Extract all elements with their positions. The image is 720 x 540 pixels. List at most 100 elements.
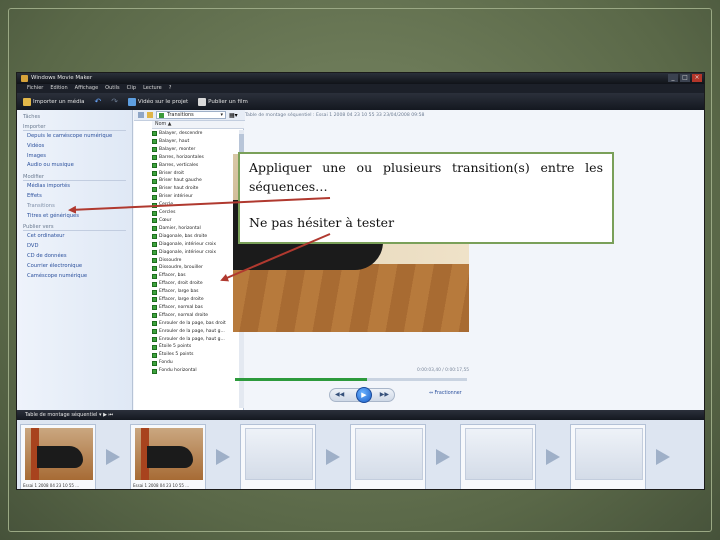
transition-item[interactable]: Briser haut gauche [152, 177, 244, 185]
import-media-button[interactable]: Importer un média [23, 97, 85, 106]
menu-outils[interactable]: Outils [105, 84, 119, 93]
transition-icon [152, 329, 157, 335]
seek-bar[interactable] [235, 378, 467, 381]
transition-slot[interactable] [536, 424, 570, 489]
task-pane-title: Tâches [23, 114, 41, 120]
transition-item[interactable]: Diagonale, bas droite [152, 233, 244, 241]
task-dvd[interactable]: DVD [23, 242, 126, 252]
close-button[interactable]: × [692, 74, 702, 82]
movie-maker-screenshot: Windows Movie Maker _ □ × Fichier Editio… [16, 72, 705, 490]
transition-item[interactable]: Fondu horizontal [152, 367, 244, 375]
menu-edition[interactable]: Edition [50, 84, 67, 93]
menu-help[interactable]: ? [169, 84, 172, 93]
folder-icon[interactable] [147, 112, 153, 118]
transition-icon [152, 139, 157, 145]
storyboard-empty-slot[interactable] [350, 424, 426, 489]
transition-item[interactable]: Effacer, droit droite [152, 280, 244, 288]
transition-item[interactable]: Effacer, bas [152, 272, 244, 280]
transition-item[interactable]: Enrouler de la page, haut g... [152, 328, 244, 336]
transition-slot[interactable] [646, 424, 680, 489]
transition-item[interactable]: Balayer, monter [152, 146, 244, 154]
transition-slot-arrow-icon [436, 449, 450, 465]
transition-icon [152, 281, 157, 287]
split-button[interactable]: ⇔ Fractionner [429, 391, 462, 396]
task-titles[interactable]: Titres et génériques [23, 212, 126, 222]
collection-dropdown[interactable]: Transitions [156, 111, 226, 119]
play-button[interactable]: ▶ [356, 387, 372, 403]
menu-affichage[interactable]: Affichage [75, 84, 99, 93]
storyboard-empty-slot[interactable] [570, 424, 646, 489]
transition-item[interactable]: Effacer, large droite [152, 296, 244, 304]
publish-movie-button[interactable]: Publier un film [198, 97, 248, 106]
menu-lecture[interactable]: Lecture [143, 84, 162, 93]
transition-item[interactable]: Étoiles 5 points [152, 351, 244, 359]
transition-slot[interactable] [316, 424, 350, 489]
storyboard-empty-slot[interactable] [460, 424, 536, 489]
transition-item[interactable]: Fondu [152, 359, 244, 367]
back-icon[interactable] [138, 112, 144, 118]
transition-item[interactable]: Damier, horizontal [152, 225, 244, 233]
task-imported-media[interactable]: Médias importés [23, 182, 126, 192]
transition-label: Enrouler de la page, bas droit [159, 320, 226, 326]
transition-slot[interactable] [206, 424, 240, 489]
undo-button[interactable]: ↶ [95, 97, 102, 106]
storyboard-empty-slot[interactable] [240, 424, 316, 489]
maximize-button[interactable]: □ [680, 74, 690, 82]
transition-item[interactable]: Cercles [152, 209, 244, 217]
transition-label: Effacer, large droite [159, 297, 204, 303]
minimize-button[interactable]: _ [668, 74, 678, 82]
task-digital-camcorder[interactable]: Caméscope numérique [23, 272, 126, 282]
transition-item[interactable]: Dissoudre [152, 257, 244, 265]
transition-item[interactable]: Barres, verticales [152, 162, 244, 170]
transition-item[interactable]: Barres, horizontales [152, 154, 244, 162]
redo-button[interactable]: ↷ [111, 97, 118, 106]
storyboard-header[interactable]: Table de montage séquentiel ▾ ▶ ⏮ [17, 410, 704, 420]
transition-item[interactable]: Briser haut droite [152, 185, 244, 193]
transition-item[interactable]: Effacer, normal bas [152, 304, 244, 312]
transition-label: Fondu [159, 360, 173, 366]
transition-item[interactable]: Briser intérieur [152, 193, 244, 201]
transition-item[interactable]: Étoile 5 points [152, 343, 244, 351]
name-column-header[interactable]: Nom ▲ [152, 121, 244, 129]
storyboard-clip[interactable]: Essai 1 2008 04 23 10 55 ... [130, 424, 206, 489]
project-video-button[interactable]: Vidéo sur le projet [127, 97, 189, 106]
menu-clip[interactable]: Clip [127, 84, 136, 93]
transition-label: Diagonale, intérieur croix [159, 249, 217, 255]
task-effects[interactable]: Effets [23, 192, 126, 202]
window-title: Windows Movie Maker [31, 75, 93, 81]
transition-item[interactable]: Effacer, large bas [152, 288, 244, 296]
project-video-label: Vidéo sur le projet [137, 98, 189, 105]
task-this-computer[interactable]: Cet ordinateur [23, 232, 126, 242]
task-images[interactable]: Images [23, 152, 126, 162]
transition-slot[interactable] [96, 424, 130, 489]
transition-item[interactable]: Effacer, normal droite [152, 312, 244, 320]
transition-item[interactable]: Briser droit [152, 170, 244, 178]
transition-item[interactable]: Balayer, haut [152, 138, 244, 146]
previous-frame-button[interactable]: ◀◀ [335, 391, 344, 398]
storyboard-clip[interactable]: Essai 1 2008 04 23 10 55 ... [20, 424, 96, 489]
timecode: 0:00:03,40 / 0:00:17,55 [417, 368, 470, 373]
task-transitions[interactable]: Transitions [23, 202, 126, 212]
transition-item[interactable]: Enrouler de la page, bas droit [152, 320, 244, 328]
transition-icon [152, 218, 157, 224]
transition-icon [152, 242, 157, 248]
transition-item[interactable]: Cercle [152, 201, 244, 209]
clip-thumbnail [25, 428, 93, 480]
task-videos[interactable]: Vidéos [23, 142, 126, 152]
transition-item[interactable]: Diagonale, intérieur croix [152, 241, 244, 249]
task-from-camcorder[interactable]: Depuis le caméscope numérique [23, 132, 126, 142]
task-email[interactable]: Courrier électronique [23, 262, 126, 272]
next-frame-button[interactable]: ▶▶ [380, 391, 389, 398]
transition-icon [152, 155, 157, 161]
transition-item[interactable]: Enrouler de la page, haut g... [152, 336, 244, 344]
transition-item[interactable]: Balayer, descendre [152, 130, 244, 138]
transition-item[interactable]: Dissoudre, brouiller [152, 264, 244, 272]
task-data-cd[interactable]: CD de données [23, 252, 126, 262]
transition-slot[interactable] [426, 424, 460, 489]
menu-fichier[interactable]: Fichier [27, 84, 43, 93]
task-audio[interactable]: Audio ou musique [23, 161, 126, 171]
transition-item[interactable]: Diagonale, intérieur croix [152, 249, 244, 257]
view-options-icon[interactable]: ▦▾ [229, 112, 238, 119]
transition-label: Barres, horizontales [159, 154, 204, 160]
transition-item[interactable]: Cœur [152, 217, 244, 225]
